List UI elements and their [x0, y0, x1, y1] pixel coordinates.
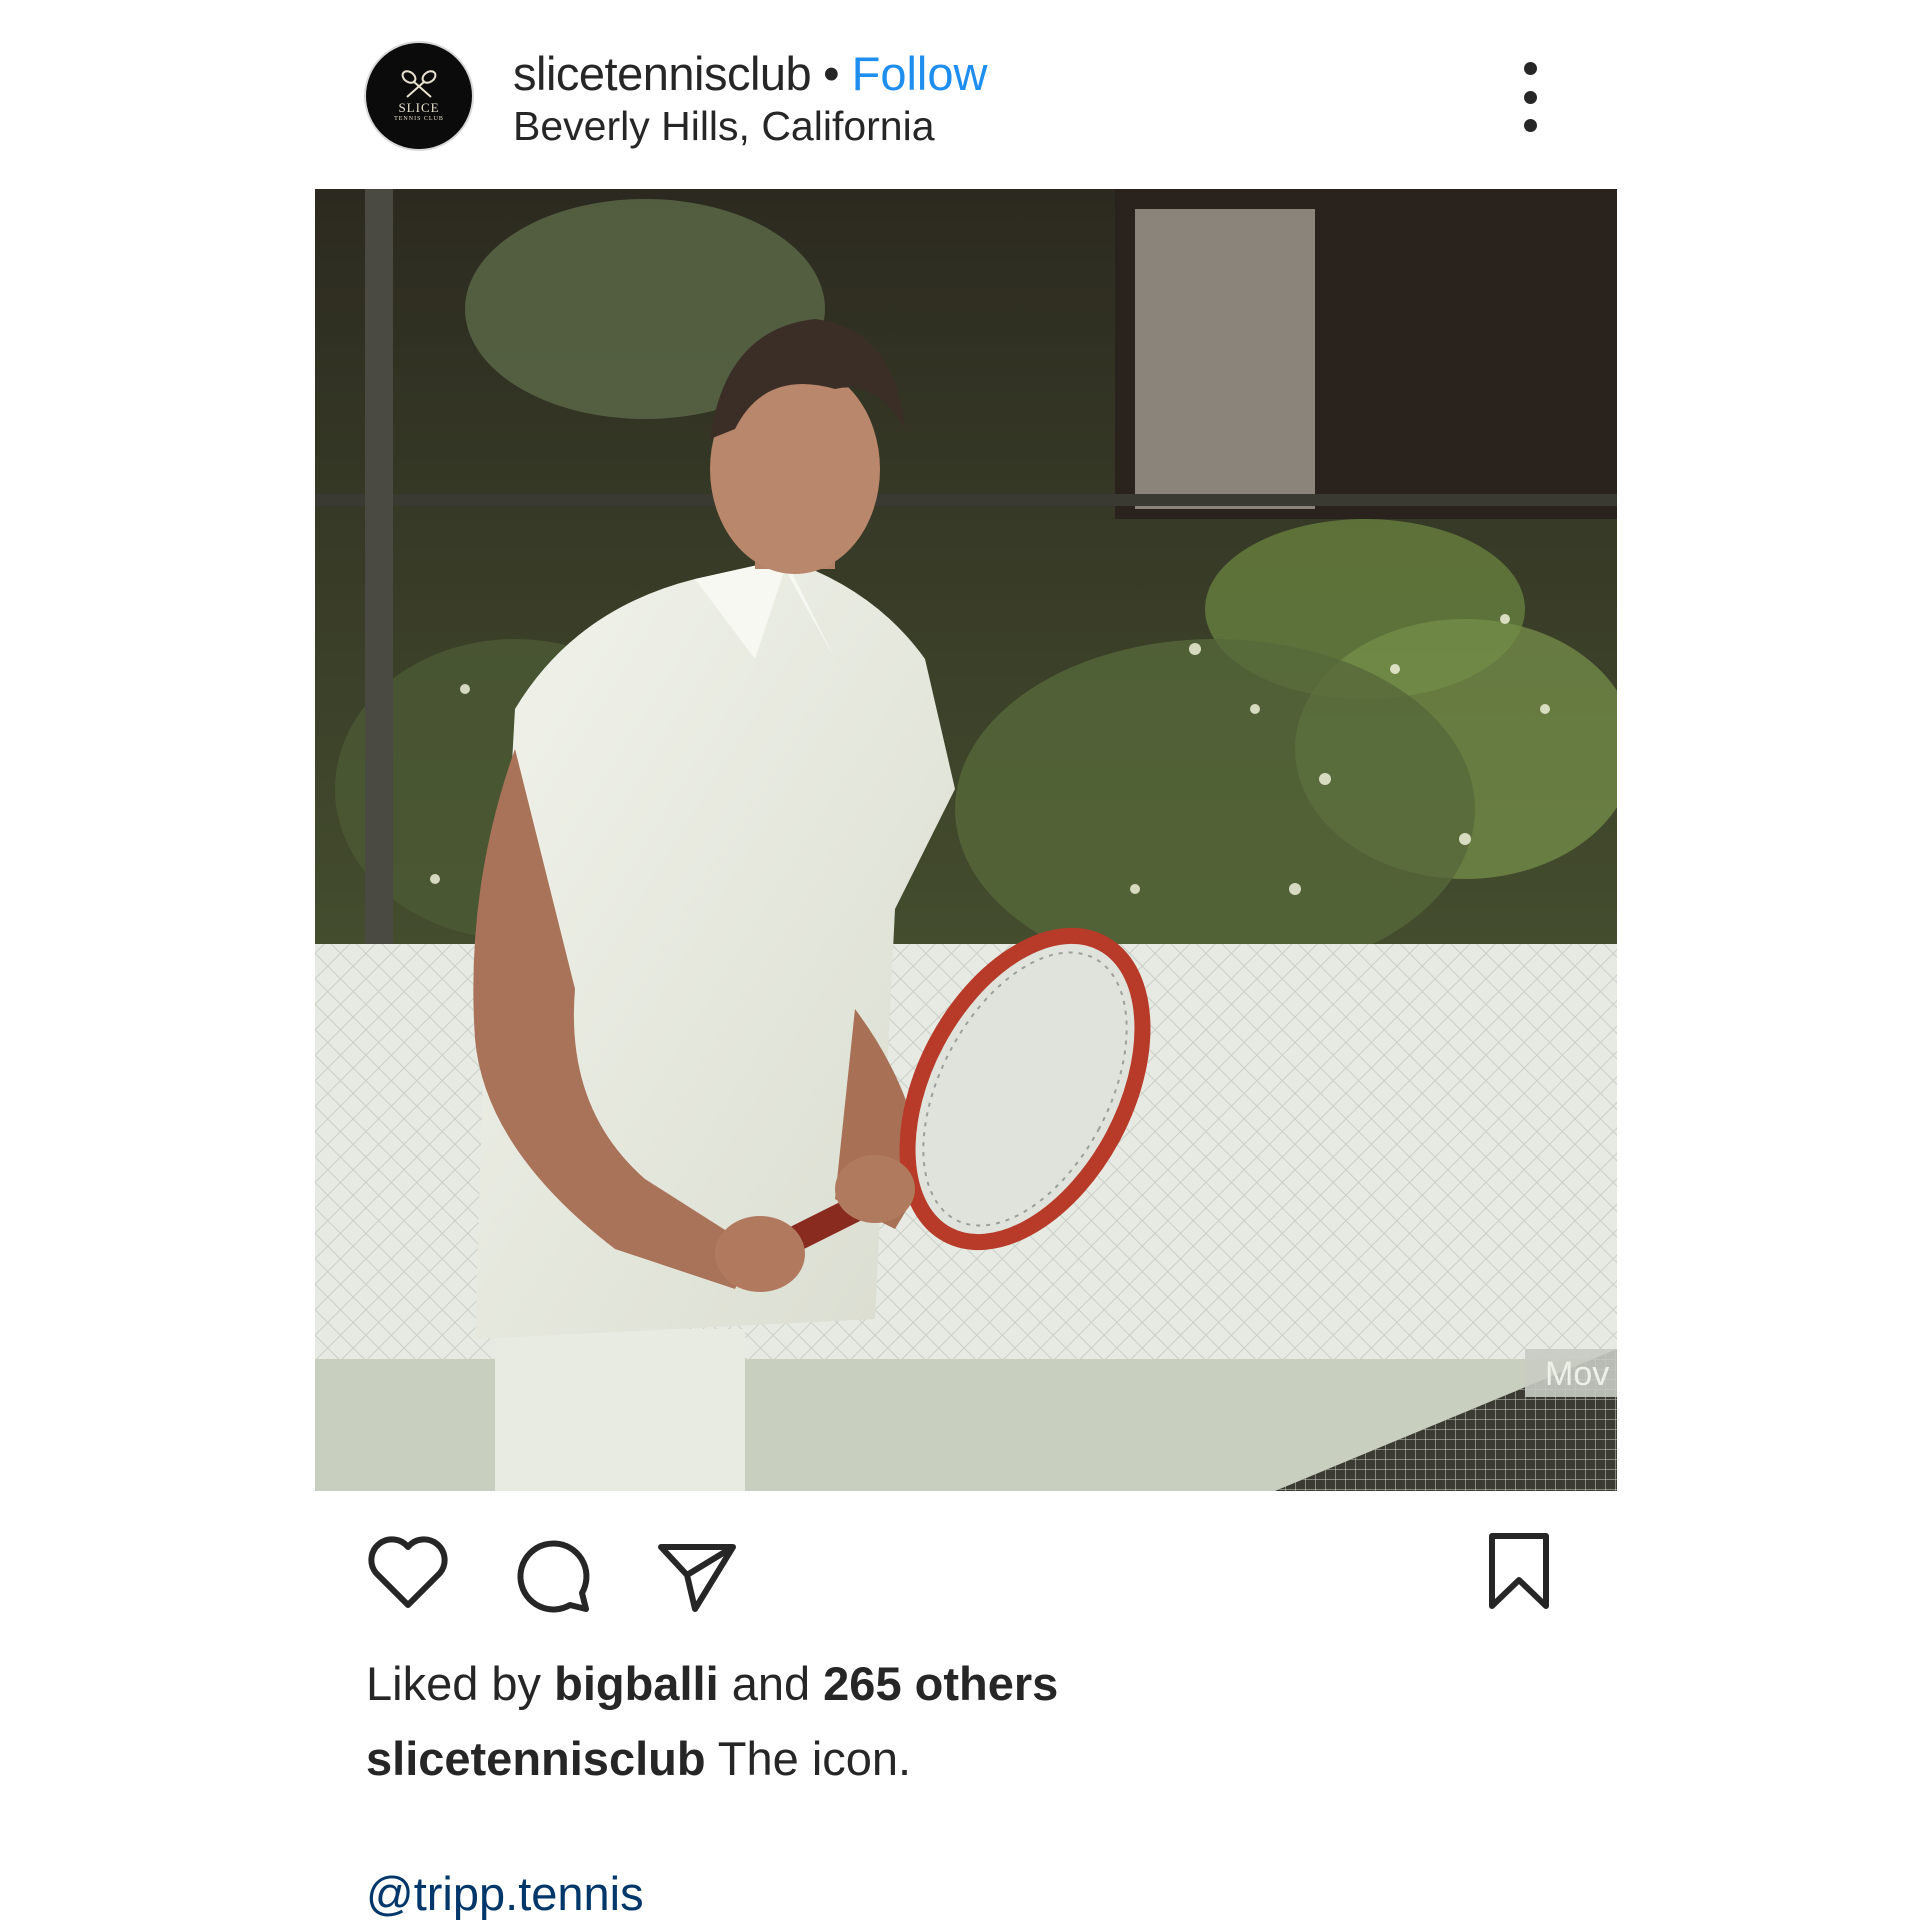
username-link[interactable]: slicetennisclub — [513, 47, 812, 100]
avatar-logo-title: SLICE — [398, 100, 440, 115]
paper-plane-icon[interactable] — [655, 1537, 739, 1615]
caption-username[interactable]: slicetennisclub — [366, 1732, 706, 1785]
avatar[interactable]: SLICE TENNIS CLUB — [366, 43, 472, 149]
mention-link[interactable]: @tripp.tennis — [366, 1866, 644, 1922]
liker-username[interactable]: bigballi — [554, 1657, 719, 1710]
more-vertical-icon[interactable] — [1510, 62, 1550, 132]
avatar-logo-subtitle: TENNIS CLUB — [394, 116, 444, 122]
action-bar — [0, 1520, 1920, 1620]
comment-bubble-icon[interactable] — [512, 1535, 594, 1617]
post-header: SLICE TENNIS CLUB slicetennisclub • Follow… — [0, 0, 1920, 190]
likes-summary[interactable]: Liked by bigballi and 265 others — [366, 1656, 1058, 1712]
likes-count[interactable]: 265 others — [823, 1657, 1058, 1710]
heart-icon[interactable] — [366, 1535, 450, 1611]
likes-prefix: Liked by — [366, 1657, 542, 1710]
post-image[interactable]: Mov — [315, 189, 1617, 1491]
caption-text: The icon. — [717, 1732, 912, 1785]
location-link[interactable]: Beverly Hills, California — [513, 101, 935, 151]
username-line: slicetennisclub • Follow — [513, 46, 987, 102]
post-photo-artwork: Mov — [315, 189, 1617, 1491]
follow-button[interactable]: Follow — [852, 47, 988, 100]
image-watermark: Mov — [1545, 1355, 1609, 1393]
crossed-rackets-icon — [401, 70, 437, 98]
bookmark-icon[interactable] — [1484, 1530, 1554, 1612]
caption: slicetennisclub The icon. — [366, 1731, 911, 1787]
separator-dot: • — [823, 47, 840, 100]
likes-conjunction: and — [731, 1657, 811, 1710]
